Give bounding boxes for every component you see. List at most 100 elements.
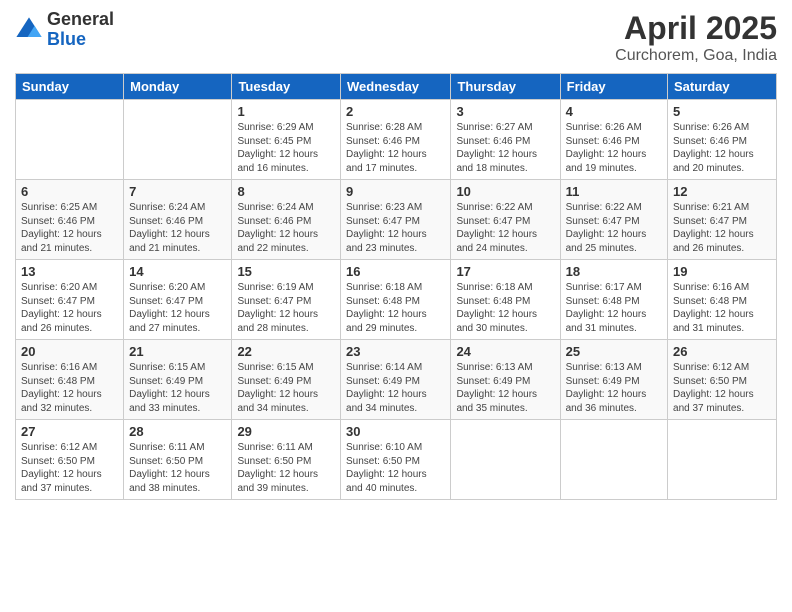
day-info: Sunrise: 6:16 AM Sunset: 6:48 PM Dayligh…: [673, 281, 771, 335]
calendar-cell: 3 Sunrise: 6:27 AM Sunset: 6:46 PM Daylig…: [451, 100, 560, 180]
day-number: 9: [346, 184, 445, 199]
day-info: Sunrise: 6:18 AM Sunset: 6:48 PM Dayligh…: [346, 281, 445, 335]
day-number: 27: [21, 424, 118, 439]
day-info: Sunrise: 6:18 AM Sunset: 6:48 PM Dayligh…: [456, 281, 554, 335]
col-saturday: Saturday: [668, 74, 777, 100]
day-number: 19: [673, 264, 771, 279]
calendar-cell: 26 Sunrise: 6:12 AM Sunset: 6:50 PM Dayli…: [668, 340, 777, 420]
day-info: Sunrise: 6:27 AM Sunset: 6:46 PM Dayligh…: [456, 121, 554, 175]
day-info: Sunrise: 6:23 AM Sunset: 6:47 PM Dayligh…: [346, 201, 445, 255]
day-info: Sunrise: 6:28 AM Sunset: 6:46 PM Dayligh…: [346, 121, 445, 175]
day-number: 2: [346, 104, 445, 119]
day-number: 11: [566, 184, 662, 199]
col-wednesday: Wednesday: [341, 74, 451, 100]
day-number: 3: [456, 104, 554, 119]
day-number: 5: [673, 104, 771, 119]
calendar-cell: 20 Sunrise: 6:16 AM Sunset: 6:48 PM Dayli…: [16, 340, 124, 420]
day-number: 7: [129, 184, 226, 199]
day-number: 8: [237, 184, 335, 199]
day-info: Sunrise: 6:11 AM Sunset: 6:50 PM Dayligh…: [129, 441, 226, 495]
day-number: 10: [456, 184, 554, 199]
calendar-cell: 13 Sunrise: 6:20 AM Sunset: 6:47 PM Dayli…: [16, 260, 124, 340]
day-info: Sunrise: 6:29 AM Sunset: 6:45 PM Dayligh…: [237, 121, 335, 175]
day-info: Sunrise: 6:26 AM Sunset: 6:46 PM Dayligh…: [566, 121, 662, 175]
calendar-cell: 12 Sunrise: 6:21 AM Sunset: 6:47 PM Dayli…: [668, 180, 777, 260]
day-number: 15: [237, 264, 335, 279]
calendar-cell: 24Sunrise: 6:13 AM Sunset: 6:49 PM Dayli…: [451, 340, 560, 420]
day-info: Sunrise: 6:10 AM Sunset: 6:50 PM Dayligh…: [346, 441, 445, 495]
day-info: Sunrise: 6:16 AM Sunset: 6:48 PM Dayligh…: [21, 361, 118, 415]
day-info: Sunrise: 6:17 AM Sunset: 6:48 PM Dayligh…: [566, 281, 662, 335]
day-number: 30: [346, 424, 445, 439]
logo-text: General Blue: [47, 10, 114, 50]
day-info: Sunrise: 6:21 AM Sunset: 6:47 PM Dayligh…: [673, 201, 771, 255]
day-number: 1: [237, 104, 335, 119]
logo: General Blue: [15, 10, 114, 50]
calendar-cell: 8 Sunrise: 6:24 AM Sunset: 6:46 PM Daylig…: [232, 180, 341, 260]
day-info: Sunrise: 6:26 AM Sunset: 6:46 PM Dayligh…: [673, 121, 771, 175]
calendar-cell: [451, 420, 560, 500]
day-info: Sunrise: 6:20 AM Sunset: 6:47 PM Dayligh…: [21, 281, 118, 335]
calendar-cell: 25Sunrise: 6:13 AM Sunset: 6:49 PM Dayli…: [560, 340, 667, 420]
day-number: 20: [21, 344, 118, 359]
calendar-cell: 22 Sunrise: 6:15 AM Sunset: 6:49 PM Dayli…: [232, 340, 341, 420]
day-number: 18: [566, 264, 662, 279]
calendar-cell: 27 Sunrise: 6:12 AM Sunset: 6:50 PM Dayli…: [16, 420, 124, 500]
day-info: Sunrise: 6:15 AM Sunset: 6:49 PM Dayligh…: [237, 361, 335, 415]
col-sunday: Sunday: [16, 74, 124, 100]
header: General Blue April 2025 Curchorem, Goa, …: [15, 10, 777, 65]
col-thursday: Thursday: [451, 74, 560, 100]
day-info: Sunrise: 6:22 AM Sunset: 6:47 PM Dayligh…: [456, 201, 554, 255]
calendar-cell: 11 Sunrise: 6:22 AM Sunset: 6:47 PM Dayli…: [560, 180, 667, 260]
calendar-cell: 21Sunrise: 6:15 AM Sunset: 6:49 PM Dayli…: [124, 340, 232, 420]
day-info: Sunrise: 6:14 AM Sunset: 6:49 PM Dayligh…: [346, 361, 445, 415]
calendar-cell: 6Sunrise: 6:25 AM Sunset: 6:46 PM Daylig…: [16, 180, 124, 260]
calendar-table: Sunday Monday Tuesday Wednesday Thursday…: [15, 73, 777, 500]
day-info: Sunrise: 6:24 AM Sunset: 6:46 PM Dayligh…: [237, 201, 335, 255]
day-number: 17: [456, 264, 554, 279]
calendar-cell: 4Sunrise: 6:26 AM Sunset: 6:46 PM Daylig…: [560, 100, 667, 180]
page: General Blue April 2025 Curchorem, Goa, …: [0, 0, 792, 612]
day-info: Sunrise: 6:20 AM Sunset: 6:47 PM Dayligh…: [129, 281, 226, 335]
calendar-cell: 7Sunrise: 6:24 AM Sunset: 6:46 PM Daylig…: [124, 180, 232, 260]
logo-general: General: [47, 10, 114, 30]
logo-icon: [15, 16, 43, 44]
day-number: 21: [129, 344, 226, 359]
calendar-cell: 16 Sunrise: 6:18 AM Sunset: 6:48 PM Dayli…: [341, 260, 451, 340]
calendar-cell: 17 Sunrise: 6:18 AM Sunset: 6:48 PM Dayli…: [451, 260, 560, 340]
day-number: 22: [237, 344, 335, 359]
day-number: 12: [673, 184, 771, 199]
title-block: April 2025 Curchorem, Goa, India: [615, 10, 777, 65]
day-info: Sunrise: 6:25 AM Sunset: 6:46 PM Dayligh…: [21, 201, 118, 255]
calendar-cell: [560, 420, 667, 500]
day-number: 16: [346, 264, 445, 279]
day-info: Sunrise: 6:22 AM Sunset: 6:47 PM Dayligh…: [566, 201, 662, 255]
day-number: 25: [566, 344, 662, 359]
calendar-cell: 1 Sunrise: 6:29 AM Sunset: 6:45 PM Daylig…: [232, 100, 341, 180]
calendar-cell: 18 Sunrise: 6:17 AM Sunset: 6:48 PM Dayli…: [560, 260, 667, 340]
calendar-cell: 28 Sunrise: 6:11 AM Sunset: 6:50 PM Dayli…: [124, 420, 232, 500]
calendar-cell: 14 Sunrise: 6:20 AM Sunset: 6:47 PM Dayli…: [124, 260, 232, 340]
day-number: 23: [346, 344, 445, 359]
day-number: 26: [673, 344, 771, 359]
calendar-cell: [16, 100, 124, 180]
calendar-cell: 30 Sunrise: 6:10 AM Sunset: 6:50 PM Dayli…: [341, 420, 451, 500]
calendar-cell: [124, 100, 232, 180]
calendar-cell: 19 Sunrise: 6:16 AM Sunset: 6:48 PM Dayli…: [668, 260, 777, 340]
day-number: 29: [237, 424, 335, 439]
calendar-cell: 29 Sunrise: 6:11 AM Sunset: 6:50 PM Dayli…: [232, 420, 341, 500]
day-info: Sunrise: 6:19 AM Sunset: 6:47 PM Dayligh…: [237, 281, 335, 335]
day-info: Sunrise: 6:11 AM Sunset: 6:50 PM Dayligh…: [237, 441, 335, 495]
day-number: 24: [456, 344, 554, 359]
page-title: April 2025: [615, 10, 777, 47]
page-subtitle: Curchorem, Goa, India: [615, 47, 777, 65]
day-number: 28: [129, 424, 226, 439]
day-info: Sunrise: 6:12 AM Sunset: 6:50 PM Dayligh…: [21, 441, 118, 495]
day-number: 14: [129, 264, 226, 279]
day-info: Sunrise: 6:12 AM Sunset: 6:50 PM Dayligh…: [673, 361, 771, 415]
calendar-cell: 15 Sunrise: 6:19 AM Sunset: 6:47 PM Dayli…: [232, 260, 341, 340]
calendar-cell: 23 Sunrise: 6:14 AM Sunset: 6:49 PM Dayli…: [341, 340, 451, 420]
day-number: 13: [21, 264, 118, 279]
col-friday: Friday: [560, 74, 667, 100]
col-tuesday: Tuesday: [232, 74, 341, 100]
